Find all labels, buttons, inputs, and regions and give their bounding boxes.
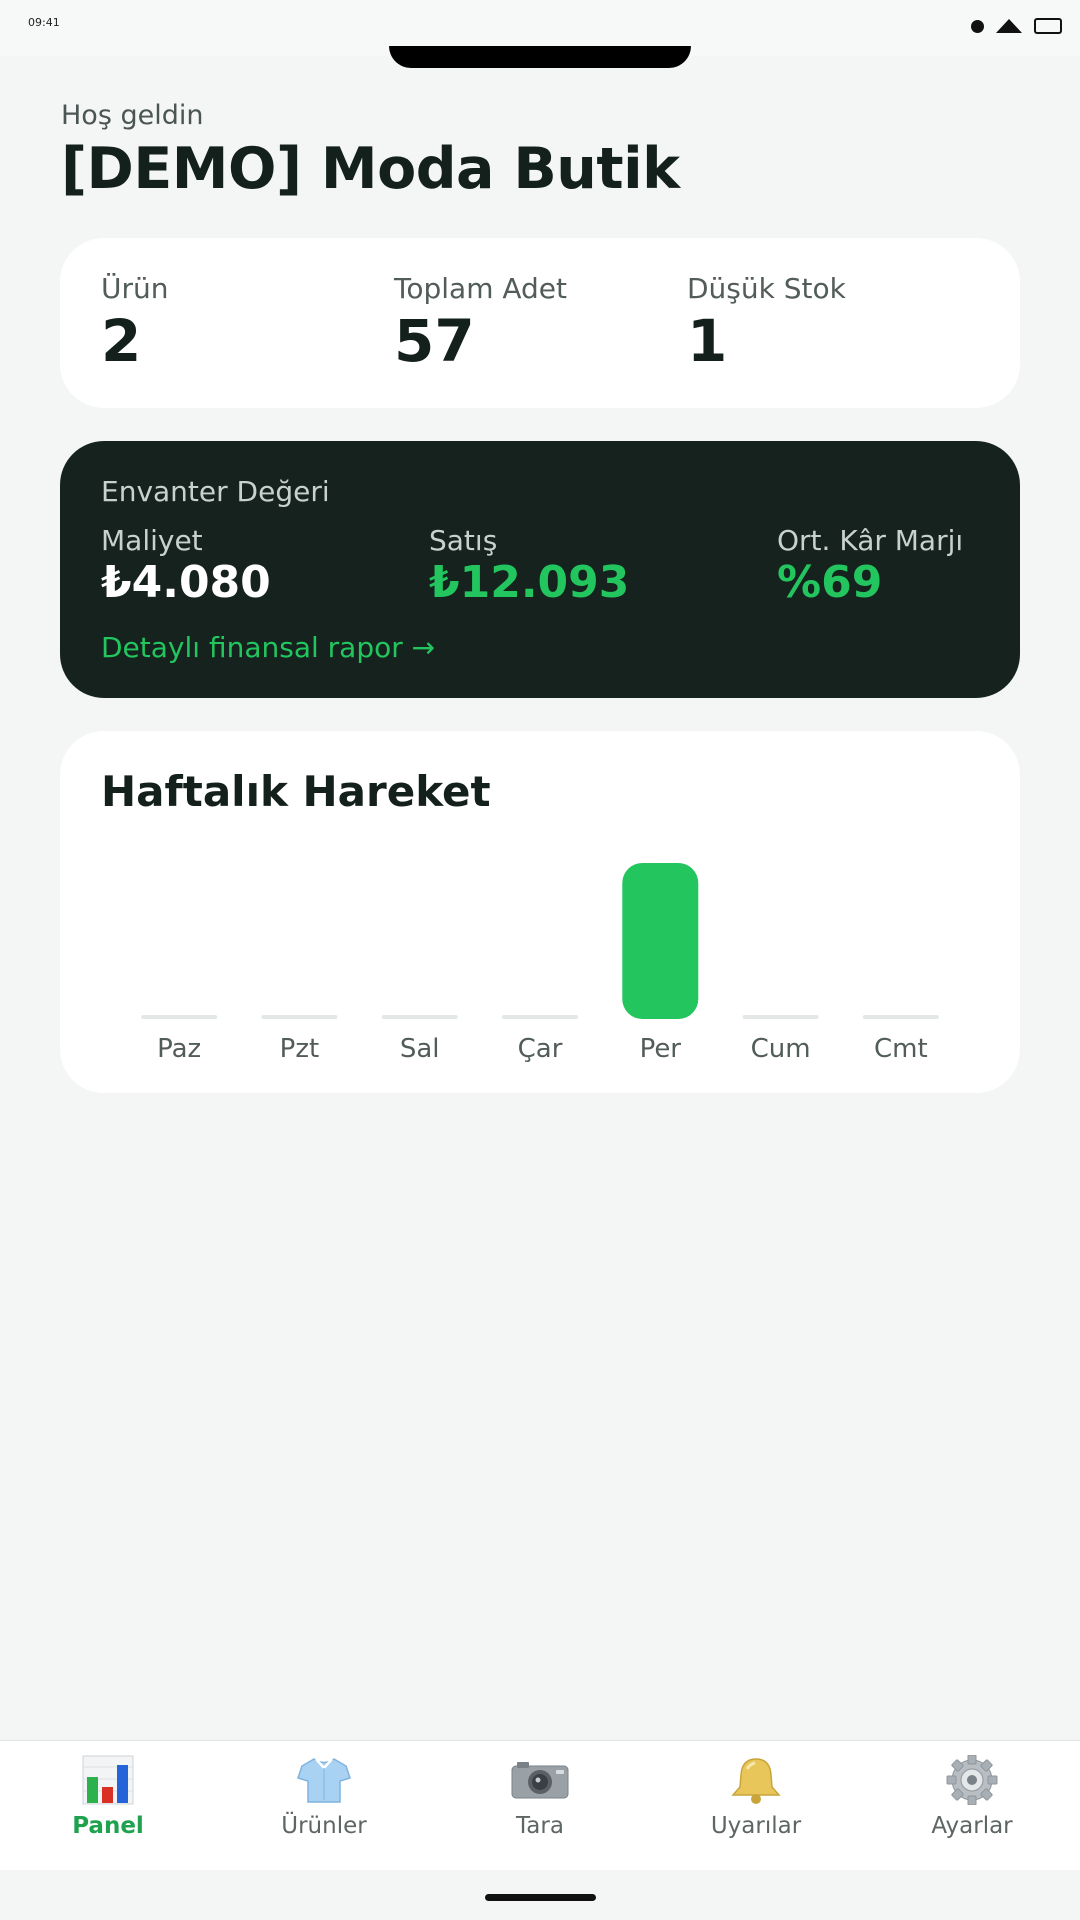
shirt-icon (295, 1755, 353, 1805)
chart-tick-label: Paz (157, 1034, 201, 1064)
tab-products[interactable]: Ürünler (216, 1741, 432, 1871)
weekly-activity-card: Haftalık Hareket Paz Pzt Sal Çar Per Cum Cmt (60, 731, 1020, 1093)
chart-tick-label: Cum (751, 1034, 811, 1064)
page-title: [DEMO] Moda Butik (61, 136, 680, 202)
financial-report-link[interactable]: Detaylı finansal rapor → (101, 631, 435, 664)
inventory-sales: Satış ₺12.093 (429, 524, 629, 608)
camera-dot-icon (971, 19, 984, 33)
stat-label: Ürün (101, 272, 169, 305)
tab-settings[interactable]: Ayarlar (864, 1741, 1080, 1871)
gear-icon (943, 1755, 1001, 1805)
inventory-margin-label: Ort. Kâr Marjı (777, 524, 964, 557)
tab-label: Ürünler (281, 1813, 367, 1839)
chart-tick-label: Çar (518, 1034, 563, 1064)
stat-value: 1 (687, 307, 728, 375)
home-indicator[interactable] (485, 1894, 596, 1901)
stat-low-stock: Düşük Stok 1 (687, 272, 846, 375)
tab-label: Ayarlar (931, 1813, 1013, 1839)
inventory-cost-value: ₺4.080 (101, 557, 271, 608)
camera-icon (511, 1755, 569, 1805)
tab-panel[interactable]: Panel (0, 1741, 216, 1871)
stats-card: Ürün 2 Toplam Adet 57 Düşük Stok 1 (60, 238, 1020, 408)
inventory-margin: Ort. Kâr Marjı %69 (777, 524, 963, 608)
stat-total-quantity: Toplam Adet 57 (394, 272, 567, 375)
stat-value: 2 (101, 307, 142, 375)
status-icons (971, 18, 1062, 34)
battery-icon (1034, 18, 1062, 34)
tab-label: Panel (72, 1813, 144, 1839)
weekly-bar-chart: Paz Pzt Sal Çar Per Cum Cmt (141, 863, 939, 1064)
bar-chart-icon (79, 1755, 137, 1805)
chart-bar (381, 1015, 458, 1019)
chart-bar (742, 1015, 819, 1019)
bottom-tab-bar: Panel Ürünler Tara Uyarılar Ayarlar (0, 1740, 1080, 1870)
chart-bar (261, 1015, 338, 1019)
tab-label: Uyarılar (710, 1813, 802, 1839)
chart-bar (622, 863, 699, 1019)
inventory-value-card: Envanter Değeri Maliyet ₺4.080 Satış ₺12… (60, 441, 1020, 698)
status-time: 09:41 (28, 16, 60, 29)
stat-label: Toplam Adet (394, 272, 568, 305)
inventory-cost-label: Maliyet (101, 524, 203, 557)
tab-scan[interactable]: Tara (432, 1741, 648, 1871)
inventory-cost: Maliyet ₺4.080 (101, 524, 271, 608)
chart-bar (862, 1015, 939, 1019)
stat-label: Düşük Stok (687, 272, 846, 305)
greeting-text: Hoş geldin (61, 100, 204, 131)
inventory-sales-value: ₺12.093 (429, 557, 630, 608)
stat-products: Ürün 2 (101, 272, 169, 375)
chart-tick-label: Per (640, 1034, 682, 1064)
inventory-margin-value: %69 (777, 557, 883, 608)
chart-tick-label: Cmt (874, 1034, 928, 1064)
stat-value: 57 (394, 307, 475, 375)
inventory-title: Envanter Değeri (101, 475, 330, 508)
chart-bar (141, 1015, 218, 1019)
tab-label: Tara (516, 1813, 564, 1839)
inventory-sales-label: Satış (429, 524, 498, 557)
signal-icon (996, 19, 1022, 33)
chart-bar (502, 1015, 578, 1019)
chart-tick-label: Pzt (280, 1034, 320, 1064)
device-notch (389, 46, 691, 68)
tab-alerts[interactable]: Uyarılar (648, 1741, 864, 1871)
bell-icon (727, 1755, 785, 1805)
chart-tick-label: Sal (400, 1034, 440, 1064)
